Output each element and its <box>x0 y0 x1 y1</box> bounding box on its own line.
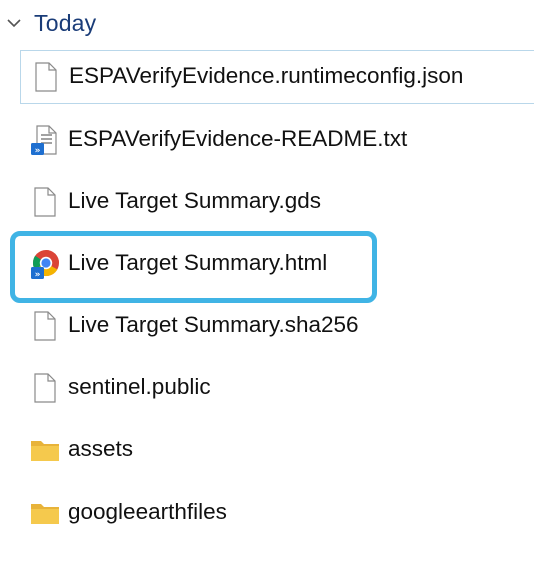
folder-row[interactable]: assets <box>20 423 534 477</box>
file-name: Live Target Summary.sha256 <box>68 312 359 337</box>
generic-file-icon <box>34 311 56 341</box>
file-name: Live Target Summary.html <box>68 250 328 275</box>
svg-text:»: » <box>35 270 41 280</box>
chrome-html-shortcut-icon: » <box>31 250 59 280</box>
text-file-shortcut-icon: » <box>31 125 57 156</box>
generic-file-icon <box>35 62 57 92</box>
svg-text:»: » <box>35 146 41 156</box>
file-name: ESPAVerifyEvidence-README.txt <box>68 126 408 151</box>
file-name: ESPAVerifyEvidence.runtimeconfig.json <box>69 63 464 88</box>
folder-icon <box>31 441 59 461</box>
file-row-selected[interactable]: » Live Target Summary.html <box>20 237 534 291</box>
file-row[interactable]: Live Target Summary.sha256 <box>20 299 534 353</box>
file-row[interactable]: » ESPAVerifyEvidence-README.txt <box>20 113 534 167</box>
group-header-today[interactable]: Today <box>0 0 534 50</box>
file-row[interactable]: ESPAVerifyEvidence.runtimeconfig.json <box>20 50 534 104</box>
file-row[interactable]: sentinel.public <box>20 361 534 415</box>
folder-name: googleearthfiles <box>68 499 227 524</box>
file-row[interactable]: Live Target Summary.gds <box>20 175 534 229</box>
file-name: sentinel.public <box>68 374 211 399</box>
folder-name: assets <box>68 436 134 461</box>
file-name: Live Target Summary.gds <box>68 188 322 213</box>
group-title: Today <box>34 10 97 36</box>
chevron-down-icon[interactable] <box>4 13 24 33</box>
generic-file-icon <box>34 187 56 217</box>
folder-row[interactable]: googleearthfiles <box>20 486 534 540</box>
folder-icon <box>31 504 59 524</box>
generic-file-icon <box>34 373 56 403</box>
